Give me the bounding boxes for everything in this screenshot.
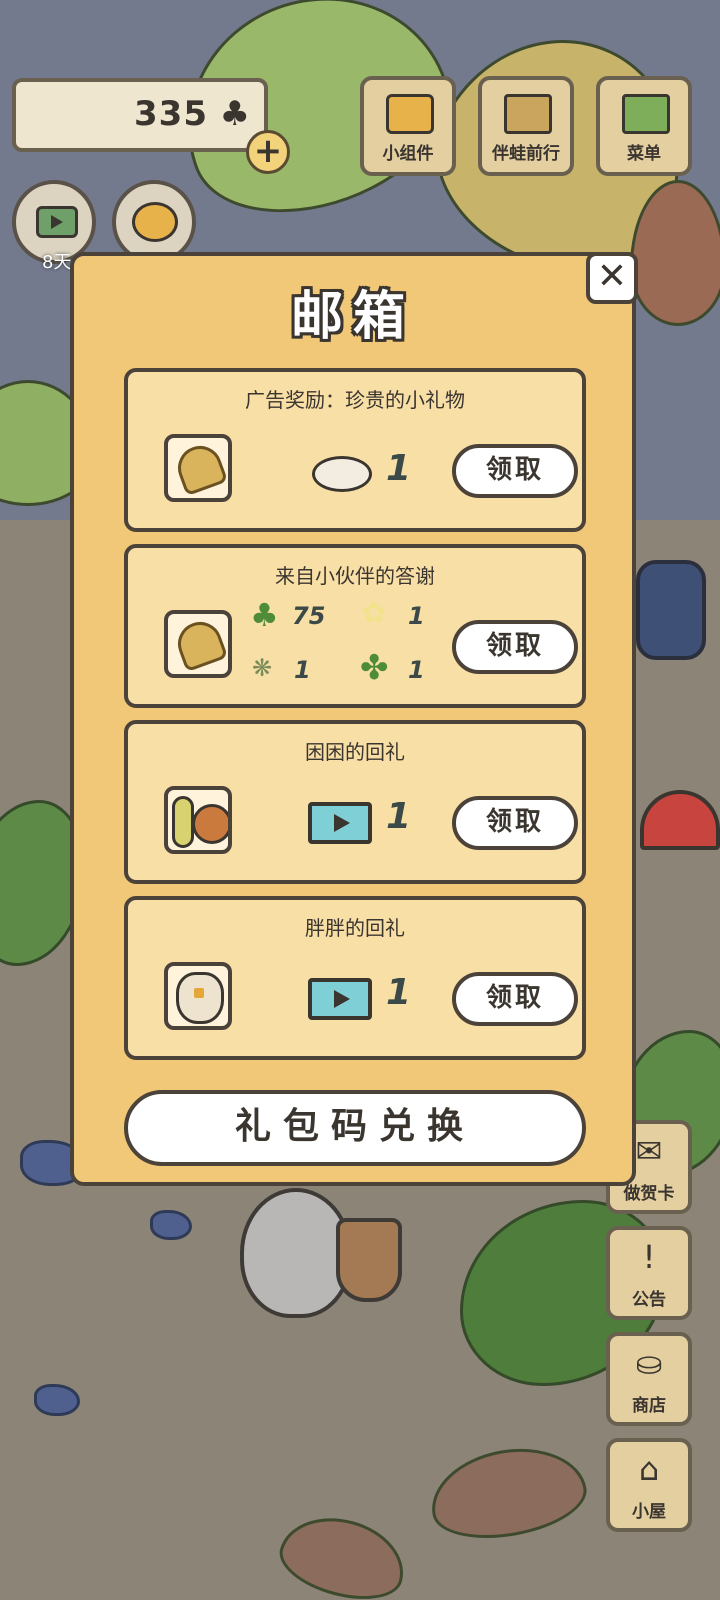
snail-icon <box>164 786 232 854</box>
top-menu-widget-button[interactable]: 小组件 <box>360 76 456 176</box>
days-label: 8天 <box>42 252 72 273</box>
item-quantity: 75 <box>292 602 326 630</box>
side-menu-label: 小屋 <box>632 1502 666 1522</box>
tv-icon <box>36 206 78 238</box>
top-menu-label: 菜单 <box>627 144 661 164</box>
mail-item: 困困的回礼 1 领取 <box>124 720 586 884</box>
mail-title: 广告奖励：珍贵的小礼物 <box>245 388 465 412</box>
side-menu-label: 商店 <box>632 1396 666 1416</box>
claim-button[interactable]: 领取 <box>452 444 578 498</box>
top-menu-label: 小组件 <box>382 144 434 164</box>
clover-count: 335 <box>134 94 208 134</box>
video-icon <box>308 978 372 1020</box>
rock-decoration <box>34 1384 80 1416</box>
food-plate-icon <box>312 456 372 492</box>
shop-icon: ⛀ <box>635 1344 663 1382</box>
item-quantity: 1 <box>386 972 412 1013</box>
four-leaf-clover-icon: ✤ <box>360 648 389 688</box>
item-quantity: 1 <box>386 796 412 837</box>
notice-icon: ! <box>642 1238 656 1276</box>
side-menu-label: 公告 <box>632 1290 666 1310</box>
mail-item: 来自小伙伴的答谢 ♣ 75 ✿ 1 ❋ 1 ✤ 1 领取 <box>124 544 586 708</box>
claim-button[interactable]: 领取 <box>452 620 578 674</box>
redeem-code-button[interactable]: 礼包码兑换 <box>124 1090 586 1166</box>
mail-title: 来自小伙伴的答谢 <box>275 564 435 588</box>
mailbox-dialog: 邮箱 广告奖励：珍贵的小礼物 1 领取 来自小伙伴的答谢 ♣ 75 ✿ 1 ❋ … <box>70 252 636 1186</box>
herb-icon: ❋ <box>252 654 273 682</box>
claim-button[interactable]: 领取 <box>452 972 578 1026</box>
item-quantity: 1 <box>408 656 425 684</box>
owl-icon <box>164 962 232 1030</box>
item-quantity: 1 <box>294 656 311 684</box>
lantern-decoration <box>636 560 706 660</box>
journey-icon <box>504 94 552 134</box>
flower-icon: ✿ <box>362 596 386 629</box>
bell-icon <box>164 434 232 502</box>
rock-decoration <box>150 1210 192 1240</box>
clover-icon: ♣ <box>219 94 250 134</box>
side-menu-house-button[interactable]: ⌂ 小屋 <box>606 1438 692 1532</box>
top-menu-journey-button[interactable]: 伴蛙前行 <box>478 76 574 176</box>
friends-icon <box>132 202 178 242</box>
mail-item: 胖胖的回礼 1 领取 <box>124 896 586 1060</box>
claim-button[interactable]: 领取 <box>452 796 578 850</box>
add-clover-button[interactable]: + <box>246 130 290 174</box>
widget-icon <box>386 94 434 134</box>
side-menu-shop-button[interactable]: ⛀ 商店 <box>606 1332 692 1426</box>
menu-icon <box>622 94 670 134</box>
close-button[interactable]: ✕ <box>586 252 638 304</box>
bell-icon <box>164 610 232 678</box>
mailbox-title: 邮箱 <box>290 287 415 347</box>
item-quantity: 1 <box>408 602 425 630</box>
item-quantity: 1 <box>386 448 412 489</box>
mail-title: 困困的回礼 <box>305 740 405 764</box>
video-icon <box>308 802 372 844</box>
hamster-backpack <box>336 1218 402 1302</box>
mail-item: 广告奖励：珍贵的小礼物 1 领取 <box>124 368 586 532</box>
house-icon: ⌂ <box>638 1450 660 1488</box>
side-menu-notice-button[interactable]: ! 公告 <box>606 1226 692 1320</box>
clover-counter: 335 ♣ <box>12 78 268 152</box>
mail-title: 胖胖的回礼 <box>305 916 405 940</box>
top-menu-main-button[interactable]: 菜单 <box>596 76 692 176</box>
clover-icon: ♣ <box>250 596 279 634</box>
top-menu-label: 伴蛙前行 <box>492 144 560 164</box>
